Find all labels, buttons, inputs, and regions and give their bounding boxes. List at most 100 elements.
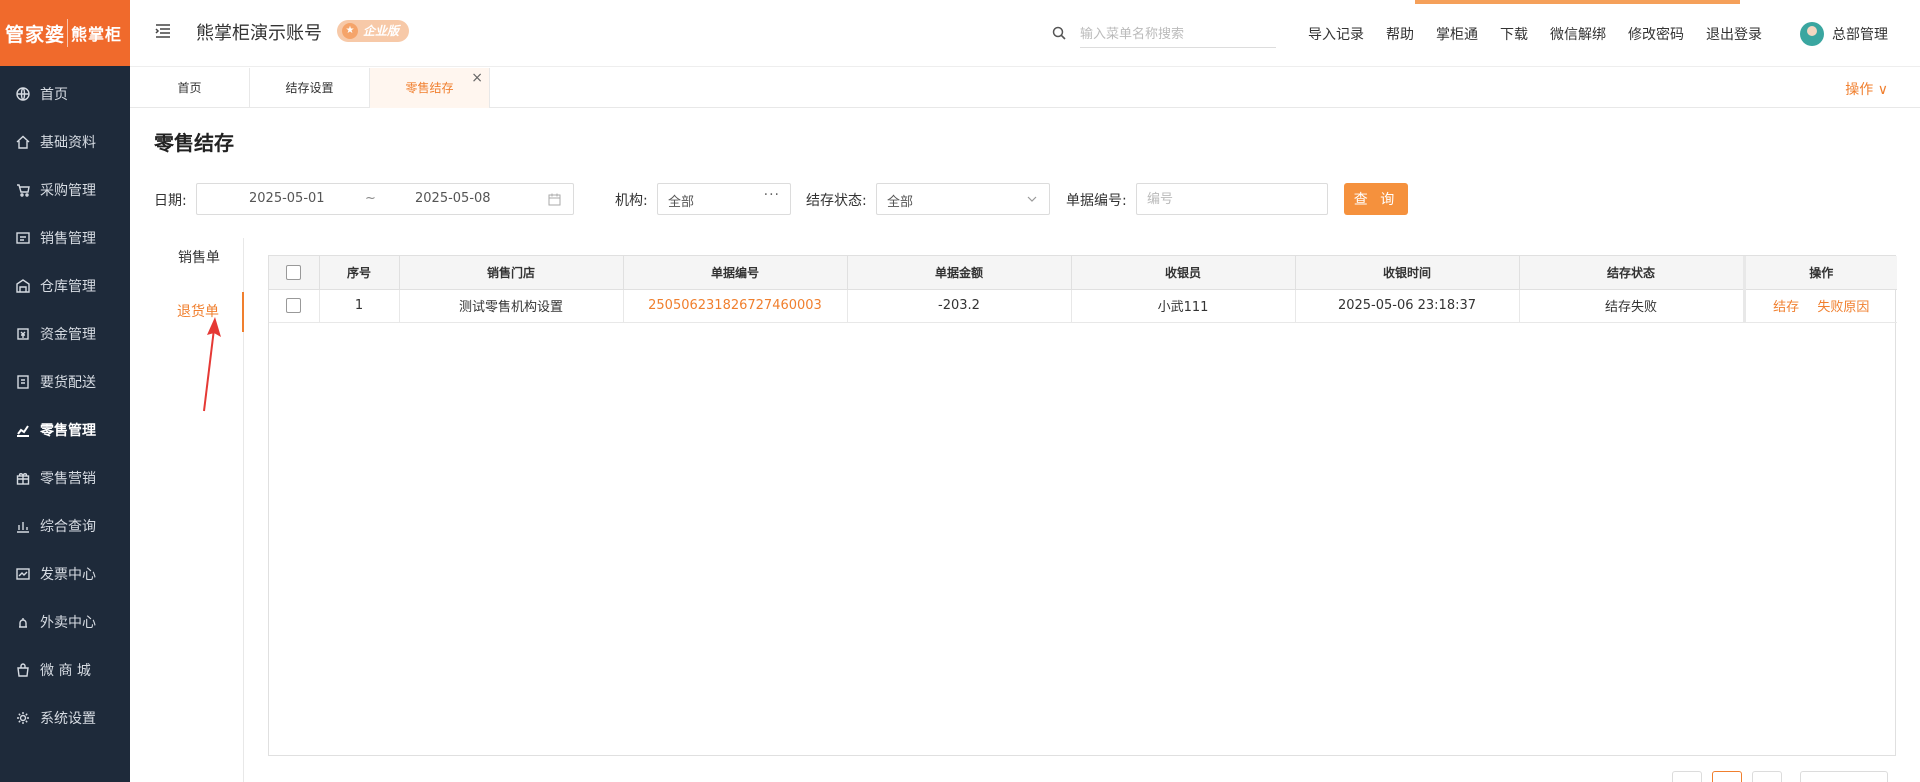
shop-icon <box>15 662 31 678</box>
query-button[interactable]: 查 询 <box>1344 183 1408 215</box>
sidebar-item-label: 零售营销 <box>40 471 96 487</box>
sidebar-item[interactable]: 微 商 城 <box>0 646 130 694</box>
cell-store: 测试零售机构设置 <box>398 288 624 323</box>
sidebar-item[interactable]: 发票中心 <box>0 550 130 598</box>
top-link[interactable]: 帮助 <box>1386 24 1414 44</box>
sidebar-item-label: 综合查询 <box>40 519 96 535</box>
column-header: 操作 <box>1742 256 1897 290</box>
status-value: 全部 <box>887 195 914 210</box>
sidebar-item[interactable]: 零售营销 <box>0 454 130 502</box>
sidebar-item-label: 零售管理 <box>40 423 96 439</box>
edition-badge: ★ 企业版 <box>337 20 410 42</box>
home-icon <box>15 134 31 150</box>
sidebar-nav: 首页基础资料 采购管理销售管理仓库管理资金管理要货配送零售管理零售营销综合查询发票… <box>0 66 130 742</box>
logo-text-b: 熊掌柜 <box>67 19 125 47</box>
sidebar-item[interactable]: 采购管理 <box>0 166 130 214</box>
gift-icon <box>15 470 31 486</box>
tab-retail-stock[interactable]: 零售结存 × <box>370 68 490 108</box>
top-links: 导入记录 帮助 掌柜通 下载 微信解绑 修改密码 退出登录 <box>1308 24 1784 44</box>
sidebar-item[interactable]: 仓库管理 <box>0 262 130 310</box>
header: 熊掌柜演示账号 ★ 企业版 导入记录 帮助 掌柜通 下载 微信解绑 修改密码 退出登录 总部… <box>130 0 1920 67</box>
select-all-cell <box>269 256 320 290</box>
tab-label: 结存设置 <box>285 81 334 95</box>
menu-search-input[interactable] <box>1080 22 1276 48</box>
star-icon: ★ <box>342 23 358 39</box>
org-label: 机构: <box>615 193 648 209</box>
sidebar-item[interactable]: 外卖中心 <box>0 598 130 646</box>
sidebar-item[interactable]: 首页 <box>0 70 130 118</box>
sidebar-item-label: 发票中心 <box>40 567 96 583</box>
sales-icon <box>15 230 31 246</box>
pager-next[interactable] <box>1752 771 1782 782</box>
sidebar-item[interactable]: 系统设置 <box>0 694 130 742</box>
user-name: 总部管理 <box>1832 27 1888 43</box>
close-icon[interactable]: × <box>471 58 483 98</box>
pager-prev[interactable] <box>1672 771 1702 782</box>
edition-badge-label: 企业版 <box>363 24 400 38</box>
column-header: 销售门店 <box>398 256 624 290</box>
column-header: 结存状态 <box>1518 256 1745 290</box>
bill-no-link[interactable]: 250506231826727460003 <box>648 298 822 313</box>
top-link[interactable]: 导入记录 <box>1308 24 1364 44</box>
document-icon <box>15 374 31 390</box>
money-icon <box>15 326 31 342</box>
top-link[interactable]: 微信解绑 <box>1550 24 1606 44</box>
annotation-arrow <box>203 317 221 412</box>
chevron-down-icon <box>1027 196 1037 202</box>
date-start: 2025-05-01 <box>249 191 325 206</box>
pager-size-select[interactable] <box>1800 771 1888 782</box>
sidebar-item[interactable]: 要货配送 <box>0 358 130 406</box>
top-accent-bar <box>1415 0 1740 4</box>
top-link[interactable]: 修改密码 <box>1628 24 1684 44</box>
cell-time: 2025-05-06 23:18:37 <box>1294 288 1520 323</box>
subtab-sales[interactable]: 销售单 <box>154 238 244 278</box>
column-header: 收银员 <box>1070 256 1296 290</box>
stock-action-link[interactable]: 结存 <box>1773 300 1799 315</box>
invoice-icon <box>15 566 31 582</box>
column-header: 收银时间 <box>1294 256 1520 290</box>
globe-icon <box>15 86 31 102</box>
sidebar-item-label: 仓库管理 <box>40 279 96 295</box>
sidebar-item-label: 资金管理 <box>40 327 96 343</box>
bill-no-label: 单据编号: <box>1066 193 1127 209</box>
search-icon[interactable] <box>1052 26 1066 40</box>
date-range-picker[interactable]: 2025-05-01 ~ 2025-05-08 <box>196 183 574 215</box>
status-select[interactable]: 全部 <box>876 183 1050 215</box>
top-link[interactable]: 下载 <box>1500 24 1528 44</box>
delivery-icon <box>15 614 31 630</box>
bill-no-input[interactable] <box>1137 184 1327 214</box>
select-all-checkbox[interactable] <box>286 264 302 280</box>
menu-toggle-icon[interactable] <box>154 22 172 40</box>
page-title: 零售结存 <box>154 131 234 155</box>
sidebar-item-label: 销售管理 <box>40 231 96 247</box>
sidebar-item[interactable]: 综合查询 <box>0 502 130 550</box>
row-select-cell <box>269 288 320 323</box>
logo: 管家婆 熊掌柜 <box>0 0 130 66</box>
table-row: 1 测试零售机构设置 250506231826727460003 -203.2 … <box>269 288 1897 323</box>
sidebar-item[interactable]: 基础资料 <box>0 118 130 166</box>
cell-index: 1 <box>318 288 400 323</box>
pager-current[interactable] <box>1712 771 1742 782</box>
operations-dropdown[interactable]: 操作 ∨ <box>1845 79 1888 99</box>
sidebar-item-label: 首页 <box>40 87 68 103</box>
sidebar-item-label: 微 商 城 <box>40 663 91 679</box>
tab-home[interactable]: 首页 <box>130 68 250 108</box>
avatar <box>1800 22 1824 46</box>
tab-label: 零售结存 <box>405 81 454 95</box>
cell-amount: -203.2 <box>846 288 1072 323</box>
org-select[interactable]: 全部 ··· <box>657 183 791 215</box>
top-link[interactable]: 掌柜通 <box>1436 24 1478 44</box>
user-menu[interactable]: 总部管理 <box>1800 22 1888 46</box>
sidebar-item[interactable]: 零售管理 <box>0 406 130 454</box>
top-link[interactable]: 退出登录 <box>1706 24 1762 44</box>
fail-reason-link[interactable]: 失败原因 <box>1817 300 1869 315</box>
column-header: 序号 <box>318 256 400 290</box>
sidebar-item-label: 外卖中心 <box>40 615 96 631</box>
sidebar-item[interactable]: 资金管理 <box>0 310 130 358</box>
sidebar-item[interactable]: 销售管理 <box>0 214 130 262</box>
data-table: 序号 销售门店 单据编号 单据金额 收银员 收银时间 结存状态 操作 1 测试零… <box>268 255 1897 756</box>
row-checkbox[interactable] <box>286 298 302 313</box>
tab-stock-settings[interactable]: 结存设置 <box>250 68 370 108</box>
table-header-row: 序号 销售门店 单据编号 单据金额 收银员 收银时间 结存状态 操作 <box>269 256 1897 290</box>
sidebar-item-label: 系统设置 <box>40 711 96 727</box>
